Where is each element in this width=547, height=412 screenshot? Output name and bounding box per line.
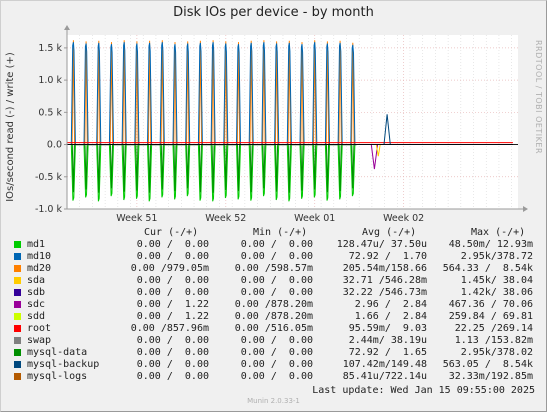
legend-value-max: 1.45k/ 38.04 bbox=[460, 275, 533, 286]
legend-value-avg: 205.54m/158.66 bbox=[342, 263, 427, 274]
legend-value-cur: 0.00 / 0.00 bbox=[136, 275, 209, 286]
legend-header-min: Min (-/+) bbox=[253, 227, 308, 238]
legend-value-cur: 0.00 / 0.00 bbox=[136, 251, 209, 262]
legend-swatch bbox=[14, 277, 21, 284]
legend-swatch bbox=[14, 241, 21, 248]
legend-value-max: 2.95k/378.02 bbox=[460, 347, 533, 358]
legend-value-max: 467.36 / 70.06 bbox=[448, 299, 533, 310]
legend-swatch bbox=[14, 313, 21, 320]
legend-value-cur: 0.00 / 1.22 bbox=[136, 311, 209, 322]
legend-value-min: 0.00 / 0.00 bbox=[240, 359, 313, 370]
legend-series-name: root bbox=[27, 323, 52, 334]
legend-header-max: Max (-/+) bbox=[471, 227, 526, 238]
legend-value-min: 0.00 /878.20m bbox=[234, 311, 313, 322]
legend-row-root: root 0.00 /857.96m 0.00 /516.05m 95.59m/ 9.… bbox=[0, 323, 547, 335]
legend-row-sdd: sdd 0.00 / 1.22 0.00 /878.20m 1.66 / 2.84 25… bbox=[0, 311, 547, 323]
legend-row-md10: md10 0.00 / 0.00 0.00 / 0.00 72.92 / 1.70 2.… bbox=[0, 251, 547, 263]
legend-value-max: 259.84 / 69.81 bbox=[448, 311, 533, 322]
legend-header-row: Cur (-/+) Min (-/+) Avg (-/+) Max (-/+) bbox=[0, 227, 547, 239]
legend-series-name: md10 bbox=[27, 251, 52, 262]
legend-value-avg: 32.71 /546.28m bbox=[342, 275, 427, 286]
legend-value-avg: 128.47u/ 37.50u bbox=[336, 239, 427, 250]
legend-row-md1: md1 0.00 / 0.00 0.00 / 0.00 128.47u/ 37.50u… bbox=[0, 239, 547, 251]
legend-value-min: 0.00 /598.57m bbox=[234, 263, 313, 274]
legend-header-avg: Avg (-/+) bbox=[362, 227, 417, 238]
legend-value-min: 0.00 /878.20m bbox=[234, 299, 313, 310]
legend-value-max: 1.42k/ 38.06 bbox=[460, 287, 533, 298]
legend-value-avg: 72.92 / 1.65 bbox=[348, 347, 427, 358]
legend-value-max: 1.13 /153.82m bbox=[454, 335, 533, 346]
legend-series-name: sdc bbox=[27, 299, 46, 310]
legend-series-name: md20 bbox=[27, 263, 52, 274]
legend-value-max: 563.05 / 8.54k bbox=[442, 359, 533, 370]
legend-swatch bbox=[14, 265, 21, 272]
munin-version: Munin 2.0.33-1 bbox=[247, 397, 300, 405]
legend-value-max: 2.95k/378.72 bbox=[460, 251, 533, 262]
legend-row-swap: swap 0.00 / 0.00 0.00 / 0.00 2.44m/ 38.19u 1… bbox=[0, 335, 547, 347]
legend-series-name: md1 bbox=[27, 239, 46, 250]
legend-value-avg: 2.96 / 2.84 bbox=[354, 299, 427, 310]
legend-row-mysql-logs: mysql-logs 0.00 / 0.00 0.00 / 0.00 85.41u/7… bbox=[0, 371, 547, 383]
last-update: Last update: Wed Jan 15 09:55:00 2025 bbox=[312, 385, 535, 396]
legend-value-max: 32.33m/192.85m bbox=[448, 371, 533, 382]
legend-header-cur: Cur (-/+) bbox=[144, 227, 199, 238]
legend-series-name: mysql-logs bbox=[27, 371, 88, 382]
legend-row-mysql-backup: mysql-backup 0.00 / 0.00 0.00 / 0.00 107.42… bbox=[0, 359, 547, 371]
legend-row-sda: sda 0.00 / 0.00 0.00 / 0.00 32.71 /546.28m 1… bbox=[0, 275, 547, 287]
legend-value-cur: 0.00 / 0.00 bbox=[136, 287, 209, 298]
legend-value-cur: 0.00 /857.96m bbox=[130, 323, 209, 334]
legend-value-cur: 0.00 / 0.00 bbox=[136, 347, 209, 358]
legend-value-cur: 0.00 / 1.22 bbox=[136, 299, 209, 310]
legend-row-sdc: sdc 0.00 / 1.22 0.00 /878.20m 2.96 / 2.84 46… bbox=[0, 299, 547, 311]
legend-series-name: sdd bbox=[27, 311, 46, 322]
legend-value-avg: 32.22 /546.73m bbox=[342, 287, 427, 298]
legend-value-cur: 0.00 / 0.00 bbox=[136, 359, 209, 370]
legend-value-min: 0.00 / 0.00 bbox=[240, 335, 313, 346]
legend-value-max: 48.50m/ 12.93m bbox=[448, 239, 533, 250]
legend-swatch bbox=[14, 361, 21, 368]
legend-value-max: 22.25 /269.14 bbox=[454, 323, 533, 334]
legend-value-min: 0.00 / 0.00 bbox=[240, 239, 313, 250]
legend-value-avg: 85.41u/722.14u bbox=[342, 371, 427, 382]
legend-row-sdb: sdb 0.00 / 0.00 0.00 / 0.00 32.22 /546.73m 1… bbox=[0, 287, 547, 299]
legend-value-min: 0.00 / 0.00 bbox=[240, 371, 313, 382]
legend-series-name: sda bbox=[27, 275, 46, 286]
legend-value-cur: 0.00 /979.05m bbox=[130, 263, 209, 274]
legend-value-avg: 95.59m/ 9.03 bbox=[348, 323, 427, 334]
legend-value-avg: 1.66 / 2.84 bbox=[354, 311, 427, 322]
legend-value-min: 0.00 / 0.00 bbox=[240, 287, 313, 298]
legend-value-min: 0.00 / 0.00 bbox=[240, 251, 313, 262]
legend-row-md20: md20 0.00 /979.05m 0.00 /598.57m 205.54m/15… bbox=[0, 263, 547, 275]
legend-value-max: 564.33 / 8.54k bbox=[442, 263, 533, 274]
legend-value-min: 0.00 / 0.00 bbox=[240, 347, 313, 358]
legend-swatch bbox=[14, 337, 21, 344]
legend-value-cur: 0.00 / 0.00 bbox=[136, 371, 209, 382]
legend-value-min: 0.00 / 0.00 bbox=[240, 275, 313, 286]
legend-table: Cur (-/+) Min (-/+) Avg (-/+) Max (-/+) … bbox=[0, 0, 547, 412]
legend-value-avg: 72.92 / 1.70 bbox=[348, 251, 427, 262]
legend-value-avg: 2.44m/ 38.19u bbox=[348, 335, 427, 346]
legend-value-min: 0.00 /516.05m bbox=[234, 323, 313, 334]
legend-value-cur: 0.00 / 0.00 bbox=[136, 335, 209, 346]
legend-swatch bbox=[14, 289, 21, 296]
legend-series-name: swap bbox=[27, 335, 52, 346]
legend-swatch bbox=[14, 325, 21, 332]
legend-swatch bbox=[14, 301, 21, 308]
legend-series-name: sdb bbox=[27, 287, 46, 298]
legend-series-name: mysql-data bbox=[27, 347, 88, 358]
legend-swatch bbox=[14, 349, 21, 356]
legend-swatch bbox=[14, 373, 21, 380]
legend-row-mysql-data: mysql-data 0.00 / 0.00 0.00 / 0.00 72.92 / … bbox=[0, 347, 547, 359]
legend-value-avg: 107.42m/149.48 bbox=[342, 359, 427, 370]
legend-value-cur: 0.00 / 0.00 bbox=[136, 239, 209, 250]
legend-swatch bbox=[14, 253, 21, 260]
legend-series-name: mysql-backup bbox=[27, 359, 100, 370]
